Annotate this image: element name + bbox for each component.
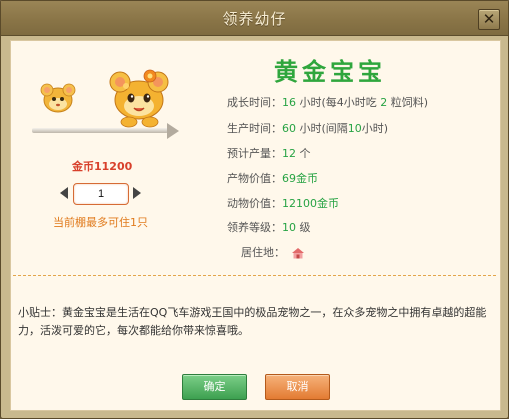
- interval-value: 10: [347, 122, 362, 135]
- quantity-input[interactable]: 1: [73, 183, 129, 205]
- capacity-limit-text: 当前棚最多可住1只: [53, 216, 148, 229]
- yield-value: 12: [282, 147, 296, 160]
- adopt-dialog: 领养幼仔 ✕ 金币11200 1 当前棚最多可住1只 黄金宝宝 成长时间：16 …: [0, 0, 509, 419]
- info-row-yield: 预计产量：12 个: [227, 147, 311, 161]
- dialog-titlebar: 领养幼仔 ✕: [1, 1, 508, 36]
- barn-icon: [291, 248, 304, 259]
- growth-value: 16: [282, 96, 296, 109]
- confirm-button[interactable]: 确定: [182, 374, 247, 400]
- yield-unit: 个: [296, 147, 311, 160]
- info-row-animal-value: 动物价值：12100金币: [227, 197, 339, 211]
- growth-arrow-icon: [167, 123, 179, 139]
- level-label: 领养等级：: [227, 221, 282, 234]
- price-label: 金币11200: [72, 160, 133, 173]
- info-row-level: 领养等级：10 级: [227, 221, 311, 235]
- animal-value-value: 12100金币: [282, 197, 339, 210]
- level-unit: 级: [296, 221, 311, 234]
- production-unit: 小时(间隔: [296, 122, 348, 135]
- decrease-quantity-button[interactable]: [60, 187, 68, 199]
- adult-pet-image: [109, 69, 169, 128]
- tip-text: 小贴士：黄金宝宝是生活在QQ飞车游戏王国中的极品宠物之一，在众多宠物之中拥有卓越…: [18, 306, 487, 337]
- production-label: 生产时间：: [227, 122, 282, 135]
- close-icon: ✕: [482, 10, 496, 28]
- dialog-title: 领养幼仔: [222, 10, 287, 28]
- level-value: 10: [282, 221, 296, 234]
- info-row-habitat: 居住地：: [241, 246, 305, 260]
- baby-pet-image: [40, 83, 76, 113]
- info-row-growth: 成长时间：16 小时(每4小时吃 2 粒饲料): [227, 96, 428, 110]
- growth-label: 成长时间：: [227, 96, 282, 109]
- info-row-production: 生产时间：60 小时(间隔10小时): [227, 122, 388, 136]
- pet-growth-illustration: [40, 69, 169, 128]
- yield-label: 预计产量：: [227, 147, 282, 160]
- feed-unit: 粒饲料): [387, 96, 429, 109]
- close-button[interactable]: ✕: [478, 9, 500, 30]
- interval-unit: 小时): [361, 122, 389, 135]
- growth-unit: 小时(每4小时吃: [296, 96, 381, 109]
- growth-arrow-line: [32, 128, 168, 133]
- increase-quantity-button[interactable]: [133, 187, 141, 199]
- pet-name-title: 黄金宝宝: [274, 58, 386, 86]
- product-value-value: 69金币: [282, 172, 318, 185]
- cancel-button[interactable]: 取消: [265, 374, 330, 400]
- section-divider: [13, 275, 496, 276]
- production-value: 60: [282, 122, 296, 135]
- animal-value-label: 动物价值：: [227, 197, 282, 210]
- info-row-product-value: 产物价值：69金币: [227, 172, 318, 186]
- product-value-label: 产物价值：: [227, 172, 282, 185]
- habitat-label: 居住地：: [241, 246, 285, 259]
